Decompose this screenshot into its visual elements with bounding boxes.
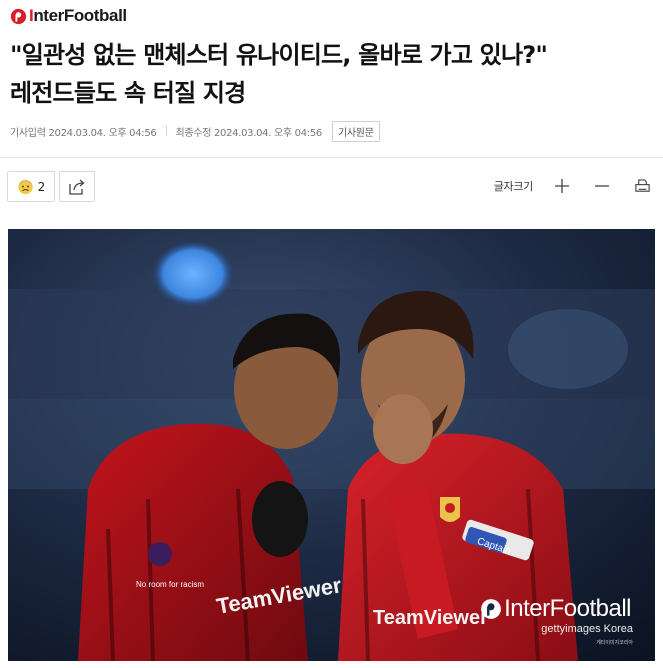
minus-icon — [595, 185, 609, 187]
print-icon — [634, 178, 650, 192]
published-date: 기사입력 2024.03.04. 오후 04:56 — [10, 127, 157, 139]
photo-credit-sub: 게티이미지코리아 — [596, 640, 633, 646]
article-meta: 기사입력 2024.03.04. 오후 04:56 최종수정 2024.03.0… — [10, 120, 380, 142]
font-increase-button[interactable] — [553, 177, 571, 195]
interfootball-watermark-icon — [481, 599, 501, 619]
article-toolbar: 글자크기 — [494, 174, 651, 198]
header-divider — [0, 157, 663, 158]
photo-credit: gettyimages Korea — [541, 623, 633, 635]
plus-icon — [555, 179, 569, 193]
headline-line-1: "일관성 없는 맨체스터 유나이티드, 올바로 가고 있나?" — [10, 41, 548, 69]
modified-date: 최종수정 2024.03.04. 오후 04:56 — [175, 127, 323, 139]
interfootball-logo-icon — [10, 8, 27, 24]
share-button[interactable] — [59, 171, 95, 202]
headline-line-2: 레전드들도 속 터질 지경 — [10, 79, 246, 107]
logo-wordmark: InterFootball — [29, 6, 127, 25]
watermark-text: InterFootball — [504, 595, 631, 622]
article-photo[interactable]: Captain TeamViewer TeamViewer No room fo… — [8, 229, 655, 661]
article-headline: "일관성 없는 맨체스터 유나이티드, 올바로 가고 있나?" 레전드들도 속 … — [10, 36, 650, 112]
font-decrease-button[interactable] — [593, 177, 611, 195]
right-sponsor-text: TeamViewer — [373, 607, 488, 629]
reaction-button[interactable]: 2 — [7, 171, 55, 202]
reaction-count: 2 — [37, 179, 46, 194]
photo-watermark: InterFootball — [480, 595, 631, 623]
site-logo[interactable]: InterFootball — [10, 5, 127, 27]
print-button[interactable] — [633, 177, 651, 195]
share-icon — [69, 179, 85, 195]
sleeve-text: No room for racism — [136, 580, 204, 589]
original-article-link[interactable]: 기사원문 — [332, 120, 380, 142]
sad-face-emoji-icon — [17, 179, 33, 195]
meta-divider — [165, 126, 167, 136]
font-size-label[interactable]: 글자크기 — [494, 178, 534, 194]
